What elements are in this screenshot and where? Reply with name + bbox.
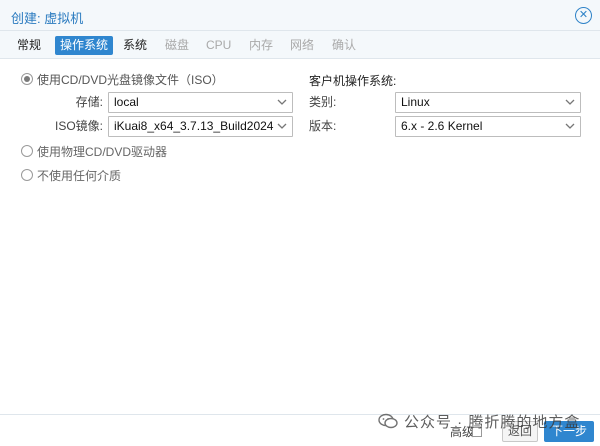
chevron-down-icon <box>565 123 575 129</box>
tab-os[interactable]: 操作系统 <box>55 36 114 55</box>
tab-system[interactable]: 系统 <box>118 36 152 55</box>
tab-disk: 磁盘 <box>165 38 190 52</box>
advanced-checkbox[interactable] <box>472 427 482 437</box>
chevron-down-icon <box>277 99 287 105</box>
iso-select[interactable]: iKuai8_x64_3.7.13_Build202406 <box>108 116 293 137</box>
tab-network: 网络 <box>290 38 315 52</box>
radio-no-media[interactable]: 不使用任何介质 <box>21 167 121 183</box>
iso-label: ISO镜像: <box>54 119 103 133</box>
storage-select-value: local <box>114 95 139 109</box>
radio-button[interactable] <box>21 169 33 181</box>
iso-select-value: iKuai8_x64_3.7.13_Build202406 <box>114 119 274 133</box>
guest-os-section-title: 客户机操作系统: <box>309 74 397 88</box>
os-version-label: 版本: <box>309 119 337 133</box>
dialog-titlebar: 创建: 虚拟机 ✕ <box>0 0 600 31</box>
tab-cpu: CPU <box>206 38 232 52</box>
radio-button[interactable] <box>21 145 33 157</box>
back-button[interactable]: 返回 <box>502 421 538 442</box>
tab-memory: 内存 <box>249 38 274 52</box>
os-type-select[interactable]: Linux <box>395 92 581 113</box>
radio-physical-drive-label: 使用物理CD/DVD驱动器 <box>37 144 168 159</box>
next-button[interactable]: 下一步 <box>544 421 594 442</box>
os-version-select-value: 6.x - 2.6 Kernel <box>401 119 483 133</box>
radio-button-checked[interactable] <box>21 73 33 85</box>
radio-use-iso[interactable]: 使用CD/DVD光盘镜像文件（ISO） <box>21 71 224 87</box>
chevron-down-icon <box>277 123 287 129</box>
dialog-title: 创建: 虚拟机 <box>11 11 84 26</box>
radio-use-iso-label: 使用CD/DVD光盘镜像文件（ISO） <box>37 72 224 87</box>
os-version-select[interactable]: 6.x - 2.6 Kernel <box>395 116 581 137</box>
radio-no-media-label: 不使用任何介质 <box>37 168 122 183</box>
storage-label: 存储: <box>75 95 103 109</box>
tab-general[interactable]: 常规 <box>12 36 46 55</box>
storage-select[interactable]: local <box>108 92 293 113</box>
tab-bar: 常规 操作系统 系统 磁盘 CPU 内存 网络 确认 <box>0 31 600 59</box>
tab-confirm: 确认 <box>332 38 357 52</box>
os-type-select-value: Linux <box>401 95 430 109</box>
radio-physical-drive[interactable]: 使用物理CD/DVD驱动器 <box>21 143 167 159</box>
os-type-label: 类别: <box>309 95 337 109</box>
close-icon[interactable]: ✕ <box>575 7 592 24</box>
chevron-down-icon <box>565 99 575 105</box>
